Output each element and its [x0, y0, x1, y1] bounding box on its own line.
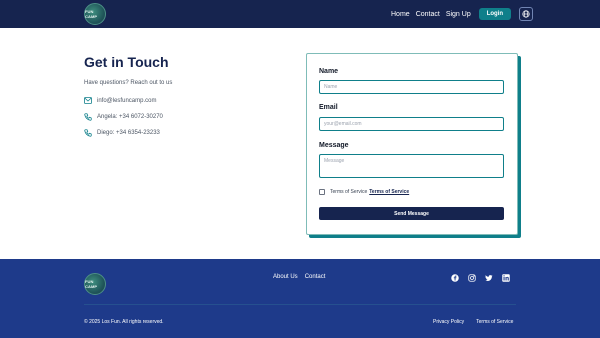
contact-email-row: info@lesfuncamp.com	[84, 97, 156, 104]
email-label: Email	[319, 104, 338, 111]
phone-icon	[84, 129, 92, 137]
logo-text: FUN CAMP	[85, 9, 98, 19]
main-nav: Home Contact Sign Up Login	[391, 0, 534, 28]
footer-legal-links: Privacy Policy Terms of Service	[433, 319, 525, 325]
terms-checkbox[interactable]	[319, 189, 325, 195]
name-label: Name	[319, 68, 339, 75]
footer-about-link[interactable]: About Us	[273, 274, 298, 280]
terms-of-service-link[interactable]: Terms of Service	[476, 319, 513, 325]
instagram-icon[interactable]	[468, 274, 476, 282]
terms-link[interactable]: Terms of Service	[369, 189, 409, 195]
contact-phone-diego[interactable]: Diego: +34 6354-23233	[97, 130, 160, 136]
send-message-button[interactable]: Send Message	[319, 207, 504, 220]
privacy-policy-link[interactable]: Privacy Policy	[433, 319, 464, 325]
contact-phone-angela[interactable]: Angela: +34 6072-30270	[97, 114, 163, 120]
contact-form-card: Name Email Message Terms of Service Term…	[306, 53, 518, 235]
login-button[interactable]: Login	[478, 8, 512, 20]
site-footer: FUN CAMP About Us Contact © 2025 Los Fun…	[0, 259, 600, 338]
social-links	[451, 274, 519, 282]
terms-row: Terms of Service Terms of Service	[319, 189, 409, 195]
facebook-icon[interactable]	[451, 274, 459, 282]
contact-email[interactable]: info@lesfuncamp.com	[97, 98, 156, 104]
twitter-icon[interactable]	[485, 274, 493, 282]
name-input[interactable]	[319, 80, 504, 94]
footer-logo[interactable]: FUN CAMP	[84, 273, 106, 295]
site-header: FUN CAMP Home Contact Sign Up Login	[0, 0, 600, 28]
page-title: Get in Touch	[84, 54, 169, 70]
message-textarea[interactable]	[319, 154, 504, 178]
terms-text: Terms of Service	[330, 189, 368, 195]
contact-phone-row-1: Angela: +34 6072-30270	[84, 113, 163, 121]
footer-divider	[84, 304, 516, 305]
footer-nav: About Us Contact	[273, 274, 332, 280]
mail-icon	[84, 97, 92, 104]
footer-logo-text: FUN CAMP	[85, 279, 98, 289]
nav-contact-link[interactable]: Contact	[416, 11, 440, 18]
phone-icon	[84, 113, 92, 121]
contact-phone-row-2: Diego: +34 6354-23233	[84, 129, 160, 137]
page-subtitle: Have questions? Reach out to us	[84, 80, 173, 86]
email-input[interactable]	[319, 117, 504, 131]
linkedin-icon[interactable]	[502, 274, 510, 282]
site-logo[interactable]: FUN CAMP	[84, 3, 106, 25]
nav-home-link[interactable]: Home	[391, 11, 410, 18]
footer-contact-link[interactable]: Contact	[305, 274, 326, 280]
globe-icon[interactable]	[519, 7, 534, 21]
copyright-text: © 2025 Los Fun. All rights reserved.	[84, 319, 164, 325]
message-label: Message	[319, 142, 349, 149]
nav-signup-link[interactable]: Sign Up	[446, 11, 471, 18]
